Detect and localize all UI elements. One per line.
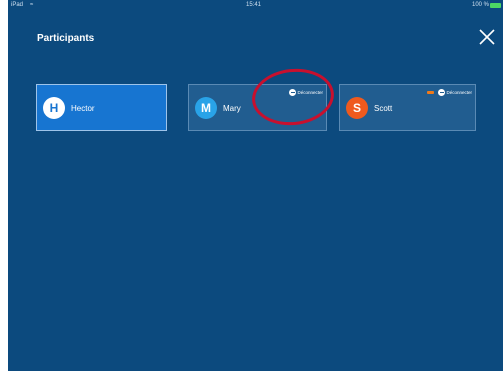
- clock: 15:41: [246, 2, 262, 8]
- wifi-icon: ≈: [30, 2, 34, 8]
- disconnect-button[interactable]: Déconnecter: [427, 89, 472, 96]
- disconnect-icon: [438, 89, 446, 96]
- close-icon[interactable]: [478, 28, 496, 46]
- participant-name: Mary: [223, 104, 241, 113]
- participant-name: Hector: [71, 104, 95, 113]
- carrier-label: iPad: [11, 2, 24, 8]
- battery-percent: 100 %: [471, 2, 489, 8]
- avatar: H: [43, 97, 65, 119]
- app-screen: iPad ≈ 15:41 100 % Participants H Hector…: [8, 0, 503, 371]
- participant-name: Scott: [374, 104, 393, 113]
- status-bar: iPad ≈ 15:41 100 %: [8, 0, 503, 12]
- participant-card-scott[interactable]: Déconnecter S Scott: [339, 84, 476, 131]
- close-button[interactable]: [478, 28, 496, 46]
- avatar: S: [346, 97, 368, 119]
- participant-card-hector[interactable]: H Hector: [36, 84, 167, 131]
- disconnect-label: Déconnecter: [446, 90, 472, 95]
- audio-level-icon: [427, 91, 435, 94]
- avatar: M: [195, 97, 217, 119]
- battery-icon: [490, 3, 501, 8]
- page-title: Participants: [37, 33, 95, 44]
